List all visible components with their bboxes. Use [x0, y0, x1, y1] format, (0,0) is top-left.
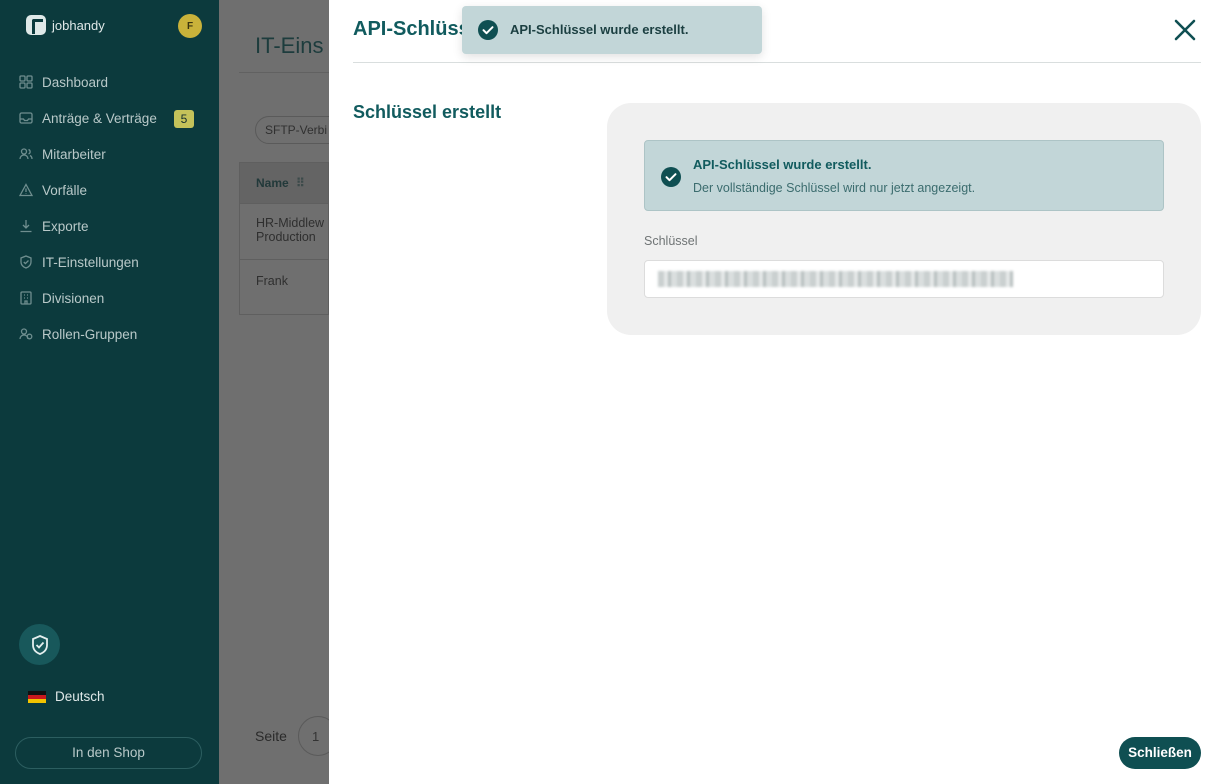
success-alert: API-Schlüssel wurde erstellt. Der vollst… [644, 140, 1164, 211]
key-card: API-Schlüssel wurde erstellt. Der vollst… [607, 103, 1201, 335]
table-row: HR-Middlew Production [240, 203, 328, 259]
language-label: Deutsch [55, 689, 105, 704]
divider [239, 72, 329, 73]
page-title: IT-Eins [255, 33, 324, 58]
download-icon [18, 219, 33, 234]
jobhandy-logo-icon [26, 15, 46, 35]
count-badge: 5 [174, 110, 194, 128]
sidebar-item-label: Exporte [42, 218, 89, 234]
sidebar-item-rollen-gruppen[interactable]: Rollen-Gruppen [18, 316, 203, 352]
sidebar-item-label: Anträge & Verträge [42, 110, 157, 126]
sidebar-item-label: Mitarbeiter [42, 146, 106, 162]
users-icon [18, 147, 33, 162]
close-button[interactable]: Schließen [1119, 737, 1201, 769]
app-name: jobhandy [52, 17, 105, 33]
background-page: IT-Eins SFTP-Verbi Name ⠿ HR-Middlew Pro… [219, 0, 345, 784]
user-avatar[interactable]: F [178, 14, 202, 38]
sidebar-item-label: Rollen-Gruppen [42, 326, 138, 342]
close-icon[interactable] [1172, 17, 1198, 43]
section-title: Schlüssel erstellt [353, 102, 502, 122]
sidebar-item-mitarbeiter[interactable]: Mitarbeiter [18, 136, 203, 172]
api-key-value[interactable]: •••••••••••••••••••••••••••••••••••••••• [658, 271, 1013, 287]
sidebar-item-antraege[interactable]: Anträge & Verträge 5 [18, 100, 203, 136]
success-toast: API-Schlüssel wurde erstellt. [462, 6, 762, 54]
sidebar-nav: Dashboard Anträge & Verträge 5 Mitarbeit… [18, 64, 203, 352]
german-flag-icon [28, 690, 46, 703]
data-table: Name ⠿ HR-Middlew Production Frank [239, 162, 329, 315]
table-header-name: Name ⠿ [240, 163, 328, 203]
sidebar-item-divisionen[interactable]: Divisionen [18, 280, 203, 316]
alert-subtitle: Der vollständige Schlüssel wird nur jetz… [693, 181, 976, 195]
api-key-panel: API-Schlüss Schlüssel erstellt API-Schlü… [329, 0, 1222, 784]
shield-icon [18, 255, 33, 270]
sidebar-item-label: Vorfälle [42, 182, 88, 198]
panel-title: API-Schlüss [353, 18, 470, 40]
divider [353, 62, 1201, 63]
check-circle-icon [661, 167, 681, 187]
table-row: Frank [240, 259, 328, 315]
inbox-icon [18, 111, 33, 126]
language-selector[interactable]: Deutsch [28, 689, 105, 704]
sidebar-item-label: IT-Einstellungen [42, 254, 139, 270]
pagination-label: Seite [255, 728, 287, 744]
sidebar-item-exporte[interactable]: Exporte [18, 208, 203, 244]
sidebar: jobhandy F Dashboard Anträge & Verträge … [0, 0, 219, 784]
shield-check-icon [31, 634, 48, 655]
drag-handle-icon: ⠿ [296, 176, 305, 190]
alert-title: API-Schlüssel wurde erstellt. [693, 157, 872, 172]
sidebar-item-dashboard[interactable]: Dashboard [18, 64, 203, 100]
sidebar-item-label: Divisionen [42, 290, 105, 306]
grid-icon [18, 75, 33, 90]
building-icon [18, 291, 33, 306]
check-circle-icon [478, 20, 498, 40]
api-key-field[interactable]: •••••••••••••••••••••••••••••••••••••••• [644, 260, 1164, 298]
warning-icon [18, 183, 33, 198]
sidebar-item-it-einstellungen[interactable]: IT-Einstellungen [18, 244, 203, 280]
toast-message: API-Schlüssel wurde erstellt. [510, 22, 689, 37]
shop-button[interactable]: In den Shop [15, 737, 202, 769]
security-shield-button[interactable] [19, 624, 60, 665]
app-logo[interactable]: jobhandy [26, 15, 105, 35]
sidebar-item-vorfaelle[interactable]: Vorfälle [18, 172, 203, 208]
user-group-icon [18, 327, 33, 342]
key-field-label: Schlüssel [644, 234, 698, 248]
sidebar-item-label: Dashboard [42, 74, 109, 90]
